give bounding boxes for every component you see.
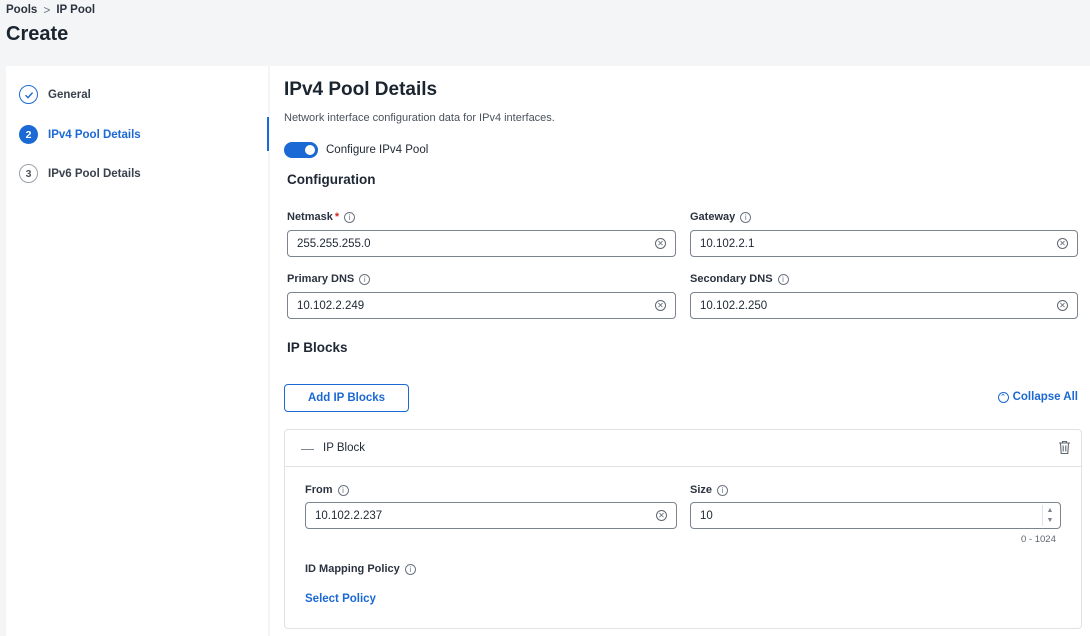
netmask-input[interactable]: 255.255.255.0 ✕ (287, 230, 676, 257)
primary-dns-label-text: Primary DNS (287, 273, 355, 285)
toggle-knob (305, 145, 315, 155)
configure-ipv4-toggle-row: Configure IPv4 Pool (284, 142, 428, 158)
step-number: 2 (19, 125, 38, 144)
ip-block-card: — IP Block From i 10.102.2.237 ✕ Size i … (284, 429, 1082, 629)
required-mark: * (334, 211, 340, 223)
ip-blocks-title: IP Blocks (287, 340, 348, 355)
decrement-icon[interactable]: ▼ (1043, 516, 1057, 527)
size-stepper[interactable]: ▲ ▼ (1042, 505, 1057, 526)
info-icon[interactable]: i (359, 273, 371, 285)
clear-icon[interactable]: ✕ (1057, 300, 1068, 311)
section-title: IPv4 Pool Details (284, 79, 438, 100)
from-label: From i (305, 484, 349, 496)
step-label: General (48, 88, 91, 101)
step-label: IPv6 Pool Details (48, 167, 141, 180)
wizard-steps: General 2 IPv4 Pool Details 3 IPv6 Pool … (6, 66, 268, 636)
ip-block-title: IP Block (323, 442, 365, 454)
breadcrumb-separator: > (43, 3, 51, 17)
primary-dns-input[interactable]: 10.102.2.249 ✕ (287, 292, 676, 319)
page-title: Create (6, 23, 69, 45)
id-mapping-policy-label-text: ID Mapping Policy (305, 563, 400, 575)
from-value: 10.102.2.237 (315, 509, 383, 522)
collapse-dash-icon[interactable]: — (301, 441, 314, 456)
select-policy-link[interactable]: Select Policy (305, 593, 376, 605)
clear-icon[interactable]: ✕ (656, 510, 667, 521)
step-number: 3 (19, 164, 38, 183)
info-icon[interactable]: i (777, 273, 789, 285)
breadcrumb: Pools > IP Pool (6, 3, 95, 17)
info-icon[interactable]: i (717, 484, 729, 496)
breadcrumb-pools[interactable]: Pools (6, 4, 37, 16)
breadcrumb-ip-pool: IP Pool (56, 4, 96, 16)
secondary-dns-label-text: Secondary DNS (690, 273, 773, 285)
clear-icon[interactable]: ✕ (1057, 238, 1068, 249)
netmask-label-text: Netmask (287, 211, 333, 223)
increment-icon[interactable]: ▲ (1043, 505, 1057, 516)
gateway-label-text: Gateway (690, 211, 736, 223)
from-label-text: From (305, 484, 333, 496)
active-step-marker (267, 117, 269, 151)
size-range-hint: 0 - 1024 (1021, 534, 1056, 545)
gateway-input[interactable]: 10.102.2.1 ✕ (690, 230, 1078, 257)
size-label-text: Size (690, 484, 713, 496)
step-label: IPv4 Pool Details (48, 128, 141, 141)
collapse-all-link[interactable]: ⌃ Collapse All (997, 391, 1078, 403)
netmask-label: Netmask * i (287, 211, 356, 223)
main-panel: IPv4 Pool Details Network interface conf… (270, 66, 1090, 636)
primary-dns-label: Primary DNS i (287, 273, 371, 285)
step-ipv4-pool-details[interactable]: 2 IPv4 Pool Details (19, 125, 141, 144)
netmask-value: 255.255.255.0 (297, 237, 371, 250)
trash-icon[interactable] (1058, 440, 1071, 455)
secondary-dns-label: Secondary DNS i (690, 273, 789, 285)
gateway-value: 10.102.2.1 (700, 237, 755, 250)
toggle-label: Configure IPv4 Pool (326, 144, 429, 156)
secondary-dns-value: 10.102.2.250 (700, 299, 768, 312)
size-label: Size i (690, 484, 729, 496)
primary-dns-value: 10.102.2.249 (297, 299, 365, 312)
info-icon[interactable]: i (337, 484, 349, 496)
info-icon[interactable]: i (740, 211, 752, 223)
clear-icon[interactable]: ✕ (655, 238, 666, 249)
section-description: Network interface configuration data for… (284, 112, 555, 124)
secondary-dns-input[interactable]: 10.102.2.250 ✕ (690, 292, 1078, 319)
configure-ipv4-toggle[interactable] (284, 142, 318, 158)
from-input[interactable]: 10.102.2.237 ✕ (305, 502, 677, 529)
add-ip-blocks-button[interactable]: Add IP Blocks (284, 384, 409, 412)
check-icon (19, 85, 38, 104)
step-general[interactable]: General (19, 85, 91, 104)
gateway-label: Gateway i (690, 211, 752, 223)
size-value: 10 (700, 509, 713, 522)
size-input[interactable]: 10 ▲ ▼ (690, 502, 1061, 529)
collapse-icon: ⌃ (997, 391, 1009, 403)
info-icon[interactable]: i (344, 211, 356, 223)
step-ipv6-pool-details[interactable]: 3 IPv6 Pool Details (19, 164, 141, 183)
configuration-title: Configuration (287, 172, 376, 187)
clear-icon[interactable]: ✕ (655, 300, 666, 311)
id-mapping-policy-label: ID Mapping Policy i (305, 563, 416, 575)
collapse-all-label: Collapse All (1012, 391, 1078, 403)
ip-block-header[interactable]: — IP Block (285, 430, 1081, 467)
info-icon[interactable]: i (404, 563, 416, 575)
